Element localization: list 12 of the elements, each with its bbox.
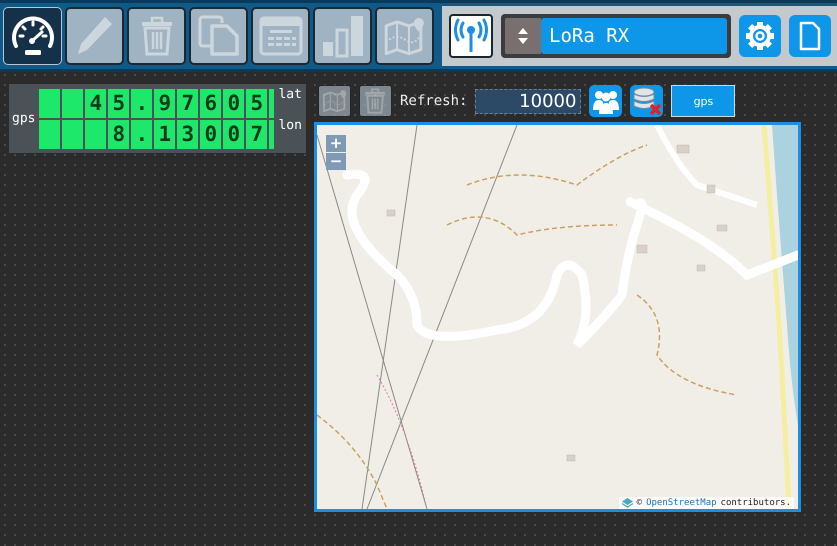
contributors-text: contributors. — [720, 498, 791, 508]
gps-button[interactable]: gps — [671, 85, 736, 117]
zoom-out-button[interactable]: − — [326, 153, 346, 170]
refresh-input[interactable]: 10000 — [475, 88, 582, 114]
refresh-label: Refresh: — [400, 93, 468, 109]
copyright-symbol: © — [636, 498, 642, 508]
unit-label: lat — [277, 86, 303, 102]
openstreetmap-link[interactable]: OpenStreetMap — [646, 498, 717, 508]
zoom-in-button[interactable]: + — [326, 135, 346, 152]
gps-label: gps — [12, 111, 36, 126]
unit-label: lon — [277, 118, 303, 132]
device-name-field[interactable]: LoRa RX — [541, 18, 727, 54]
